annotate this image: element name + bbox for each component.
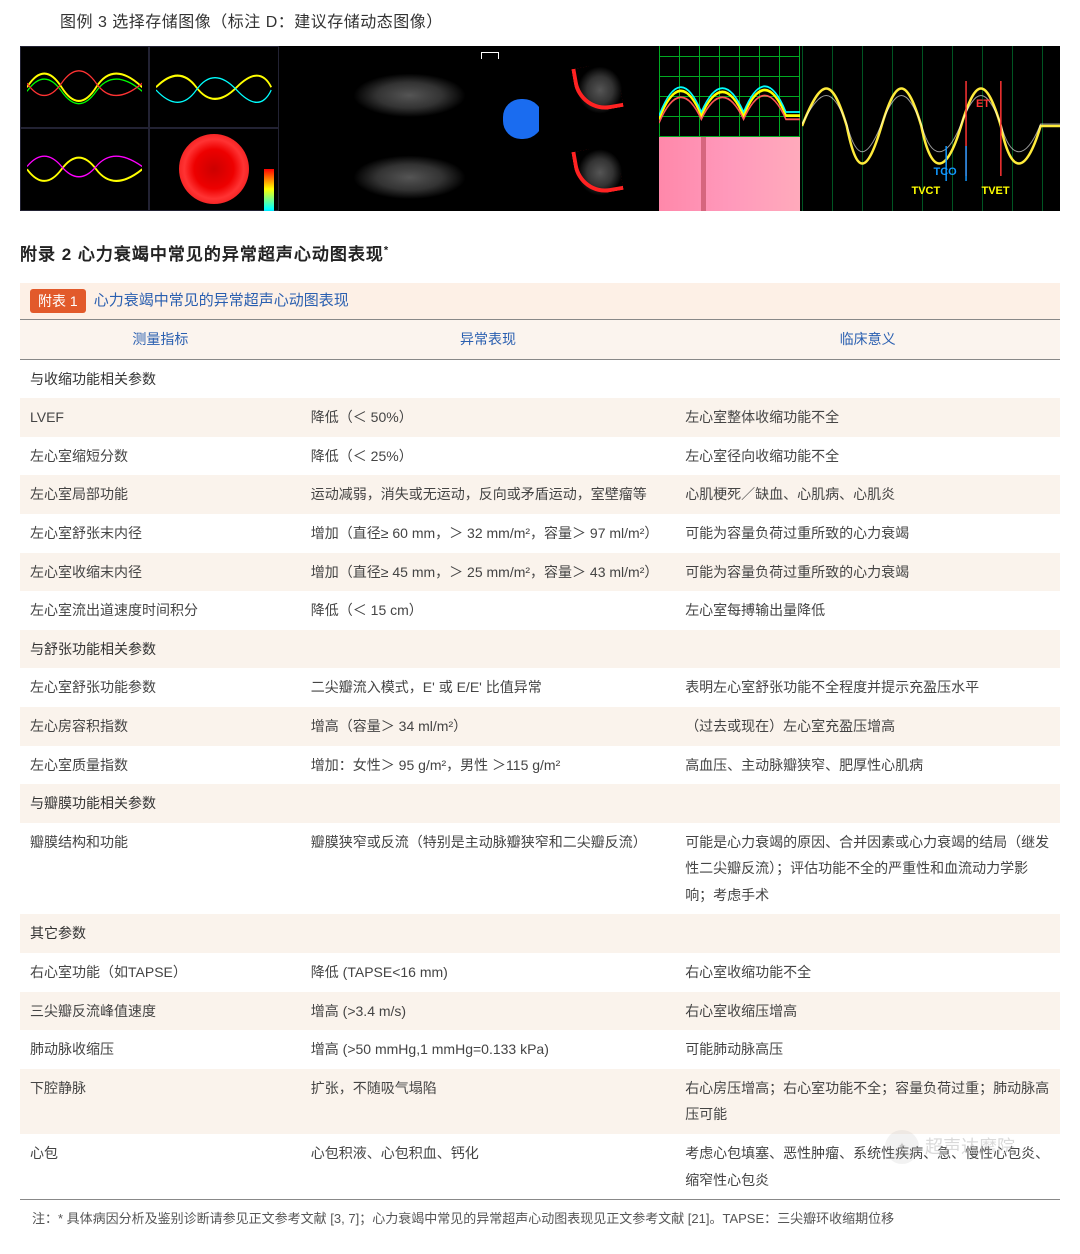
table-row: 心包心包积液、心包积血、钙化考虑心包填塞、恶性肿瘤、系统性疾病、急、慢性心包炎、… (20, 1134, 1060, 1199)
cell-col1: LVEF (20, 398, 301, 437)
figure-panels: D (20, 46, 1060, 211)
et-label: ET (976, 96, 990, 114)
section-label: 与舒张功能相关参数 (20, 630, 1060, 669)
cell-col3: 右心室收缩压增高 (675, 992, 1060, 1031)
table-title-bar: 附表 1 心力衰竭中常见的异常超声心动图表现 (20, 283, 1060, 319)
cell-col2: 心包积液、心包积血、钙化 (301, 1134, 675, 1199)
cell-col3: 可能是心力衰竭的原因、合并因素或心力衰竭的结局（继发性二尖瓣反流）；评估功能不全… (675, 823, 1060, 915)
table-row: 左心室流出道速度时间积分降低（＜ 15 cm）左心室每搏输出量降低 (20, 591, 1060, 630)
cell-col1: 三尖瓣反流峰值速度 (20, 992, 301, 1031)
table-section-row: 与舒张功能相关参数 (20, 630, 1060, 669)
cell-col2: 瓣膜狭窄或反流（特别是主动脉瓣狭窄和二尖瓣反流） (301, 823, 675, 915)
cell-col2: 增高 (>3.4 m/s) (301, 992, 675, 1031)
cell-col3: 高血压、主动脉瓣狭窄、肥厚性心肌病 (675, 746, 1060, 785)
cell-col2: 增加（直径≥ 60 mm，＞ 32 mm/m²，容量＞ 97 ml/m²） (301, 514, 675, 553)
cell-col1: 左心房容积指数 (20, 707, 301, 746)
table-row: 肺动脉收缩压增高 (>50 mmHg,1 mmHg=0.133 kPa)可能肺动… (20, 1030, 1060, 1069)
cell-col2: 运动减弱，消失或无运动，反向或矛盾运动，室壁瘤等 (301, 475, 675, 514)
table-title: 心力衰竭中常见的异常超声心动图表现 (94, 289, 349, 313)
cell-col1: 右心室功能（如TAPSE） (20, 953, 301, 992)
gradient-bar-icon (264, 169, 274, 211)
panel-strain (20, 46, 279, 211)
cell-col1: 肺动脉收缩压 (20, 1030, 301, 1069)
cell-col1: 左心室舒张末内径 (20, 514, 301, 553)
cell-col1: 左心室局部功能 (20, 475, 301, 514)
table-row: 左心室舒张末内径增加（直径≥ 60 mm，＞ 32 mm/m²，容量＞ 97 m… (20, 514, 1060, 553)
table-row: 右心室功能（如TAPSE）降低 (TAPSE<16 mm)右心室收缩功能不全 (20, 953, 1060, 992)
table-row: 左心房容积指数增高（容量＞ 34 ml/m²）（过去或现在）左心室充盈压增高 (20, 707, 1060, 746)
table-section-row: 与收缩功能相关参数 (20, 359, 1060, 398)
table-row: 左心室舒张功能参数二尖瓣流入模式，E' 或 E/E' 比值异常表明左心室舒张功能… (20, 668, 1060, 707)
cell-col3: 左心室整体收缩功能不全 (675, 398, 1060, 437)
cell-col3: 心肌梗死／缺血、心肌病、心肌炎 (675, 475, 1060, 514)
cell-col3: （过去或现在）左心室充盈压增高 (675, 707, 1060, 746)
panel-tdi: ET TCO TVCT TVET (802, 46, 1061, 211)
cell-col1: 左心室缩短分数 (20, 437, 301, 476)
panel-strain-map (541, 46, 800, 211)
cell-col3: 左心室每搏输出量降低 (675, 591, 1060, 630)
cell-col2: 降低（＜ 25%） (301, 437, 675, 476)
section-label: 其它参数 (20, 914, 1060, 953)
table-row: 左心室质量指数增加：女性＞ 95 g/m²，男性 ＞115 g/m²高血压、主动… (20, 746, 1060, 785)
th-clinical: 临床意义 (675, 320, 1060, 359)
cell-col2: 降低（＜ 15 cm） (301, 591, 675, 630)
cell-col1: 左心室舒张功能参数 (20, 668, 301, 707)
section-label: 与瓣膜功能相关参数 (20, 784, 1060, 823)
appendix-sup: * (384, 244, 389, 256)
cell-col3: 右心房压增高；右心室功能不全；容量负荷过重；肺动脉高压可能 (675, 1069, 1060, 1134)
bullseye-icon (179, 134, 249, 204)
tvet-label: TVET (982, 183, 1010, 201)
cell-col2: 降低 (TAPSE<16 mm) (301, 953, 675, 992)
cell-col3: 考虑心包填塞、恶性肿瘤、系统性疾病、急、慢性心包炎、缩窄性心包炎 (675, 1134, 1060, 1199)
panel-echo-3d: D (281, 46, 540, 211)
table-row: 下腔静脉扩张，不随吸气塌陷右心房压增高；右心室功能不全；容量负荷过重；肺动脉高压… (20, 1069, 1060, 1134)
figure-caption: 图例 3 选择存储图像（标注 D：建议存储动态图像） (60, 10, 1060, 36)
th-metric: 测量指标 (20, 320, 301, 359)
table-badge: 附表 1 (30, 289, 86, 313)
cell-col2: 增加：女性＞ 95 g/m²，男性 ＞115 g/m² (301, 746, 675, 785)
th-abnormal: 异常表现 (301, 320, 675, 359)
tco-label: TCO (934, 164, 957, 182)
cell-col1: 瓣膜结构和功能 (20, 823, 301, 915)
cell-col2: 二尖瓣流入模式，E' 或 E/E' 比值异常 (301, 668, 675, 707)
cell-col3: 左心室径向收缩功能不全 (675, 437, 1060, 476)
cell-col1: 心包 (20, 1134, 301, 1199)
cell-col1: 左心室质量指数 (20, 746, 301, 785)
table-row: LVEF降低（＜ 50%）左心室整体收缩功能不全 (20, 398, 1060, 437)
table-row: 三尖瓣反流峰值速度增高 (>3.4 m/s)右心室收缩压增高 (20, 992, 1060, 1031)
cell-col1: 下腔静脉 (20, 1069, 301, 1134)
cell-col2: 增高 (>50 mmHg,1 mmHg=0.133 kPa) (301, 1030, 675, 1069)
table-row: 左心室缩短分数降低（＜ 25%）左心室径向收缩功能不全 (20, 437, 1060, 476)
cell-col1: 左心室收缩末内径 (20, 553, 301, 592)
table-header-row: 测量指标 异常表现 临床意义 (20, 320, 1060, 359)
cell-col3: 可能为容量负荷过重所致的心力衰竭 (675, 553, 1060, 592)
tvct-label: TVCT (912, 183, 941, 201)
section-label: 与收缩功能相关参数 (20, 359, 1060, 398)
table-section-row: 与瓣膜功能相关参数 (20, 784, 1060, 823)
cell-col2: 降低（＜ 50%） (301, 398, 675, 437)
cell-col1: 左心室流出道速度时间积分 (20, 591, 301, 630)
cell-col3: 可能为容量负荷过重所致的心力衰竭 (675, 514, 1060, 553)
cell-col3: 可能肺动脉高压 (675, 1030, 1060, 1069)
cell-col2: 增高（容量＞ 34 ml/m²） (301, 707, 675, 746)
main-table: 测量指标 异常表现 临床意义 与收缩功能相关参数LVEF降低（＜ 50%）左心室… (20, 319, 1060, 1199)
table-row: 瓣膜结构和功能瓣膜狭窄或反流（特别是主动脉瓣狭窄和二尖瓣反流）可能是心力衰竭的原… (20, 823, 1060, 915)
table-row: 左心室局部功能运动减弱，消失或无运动，反向或矛盾运动，室壁瘤等心肌梗死／缺血、心… (20, 475, 1060, 514)
appendix-title: 附录 2 心力衰竭中常见的异常超声心动图表现* (20, 241, 1060, 268)
cell-col3: 表明左心室舒张功能不全程度并提示充盈压水平 (675, 668, 1060, 707)
cell-col3: 右心室收缩功能不全 (675, 953, 1060, 992)
table-row: 左心室收缩末内径增加（直径≥ 45 mm，＞ 25 mm/m²，容量＞ 43 m… (20, 553, 1060, 592)
table-section-row: 其它参数 (20, 914, 1060, 953)
cell-col2: 扩张，不随吸气塌陷 (301, 1069, 675, 1134)
table-footnote: 注：* 具体病因分析及鉴别诊断请参见正文参考文献 [3, 7]；心力衰竭中常见的… (20, 1199, 1060, 1234)
cell-col2: 增加（直径≥ 45 mm，＞ 25 mm/m²，容量＞ 43 ml/m²） (301, 553, 675, 592)
appendix-title-text: 附录 2 心力衰竭中常见的异常超声心动图表现 (20, 245, 384, 264)
